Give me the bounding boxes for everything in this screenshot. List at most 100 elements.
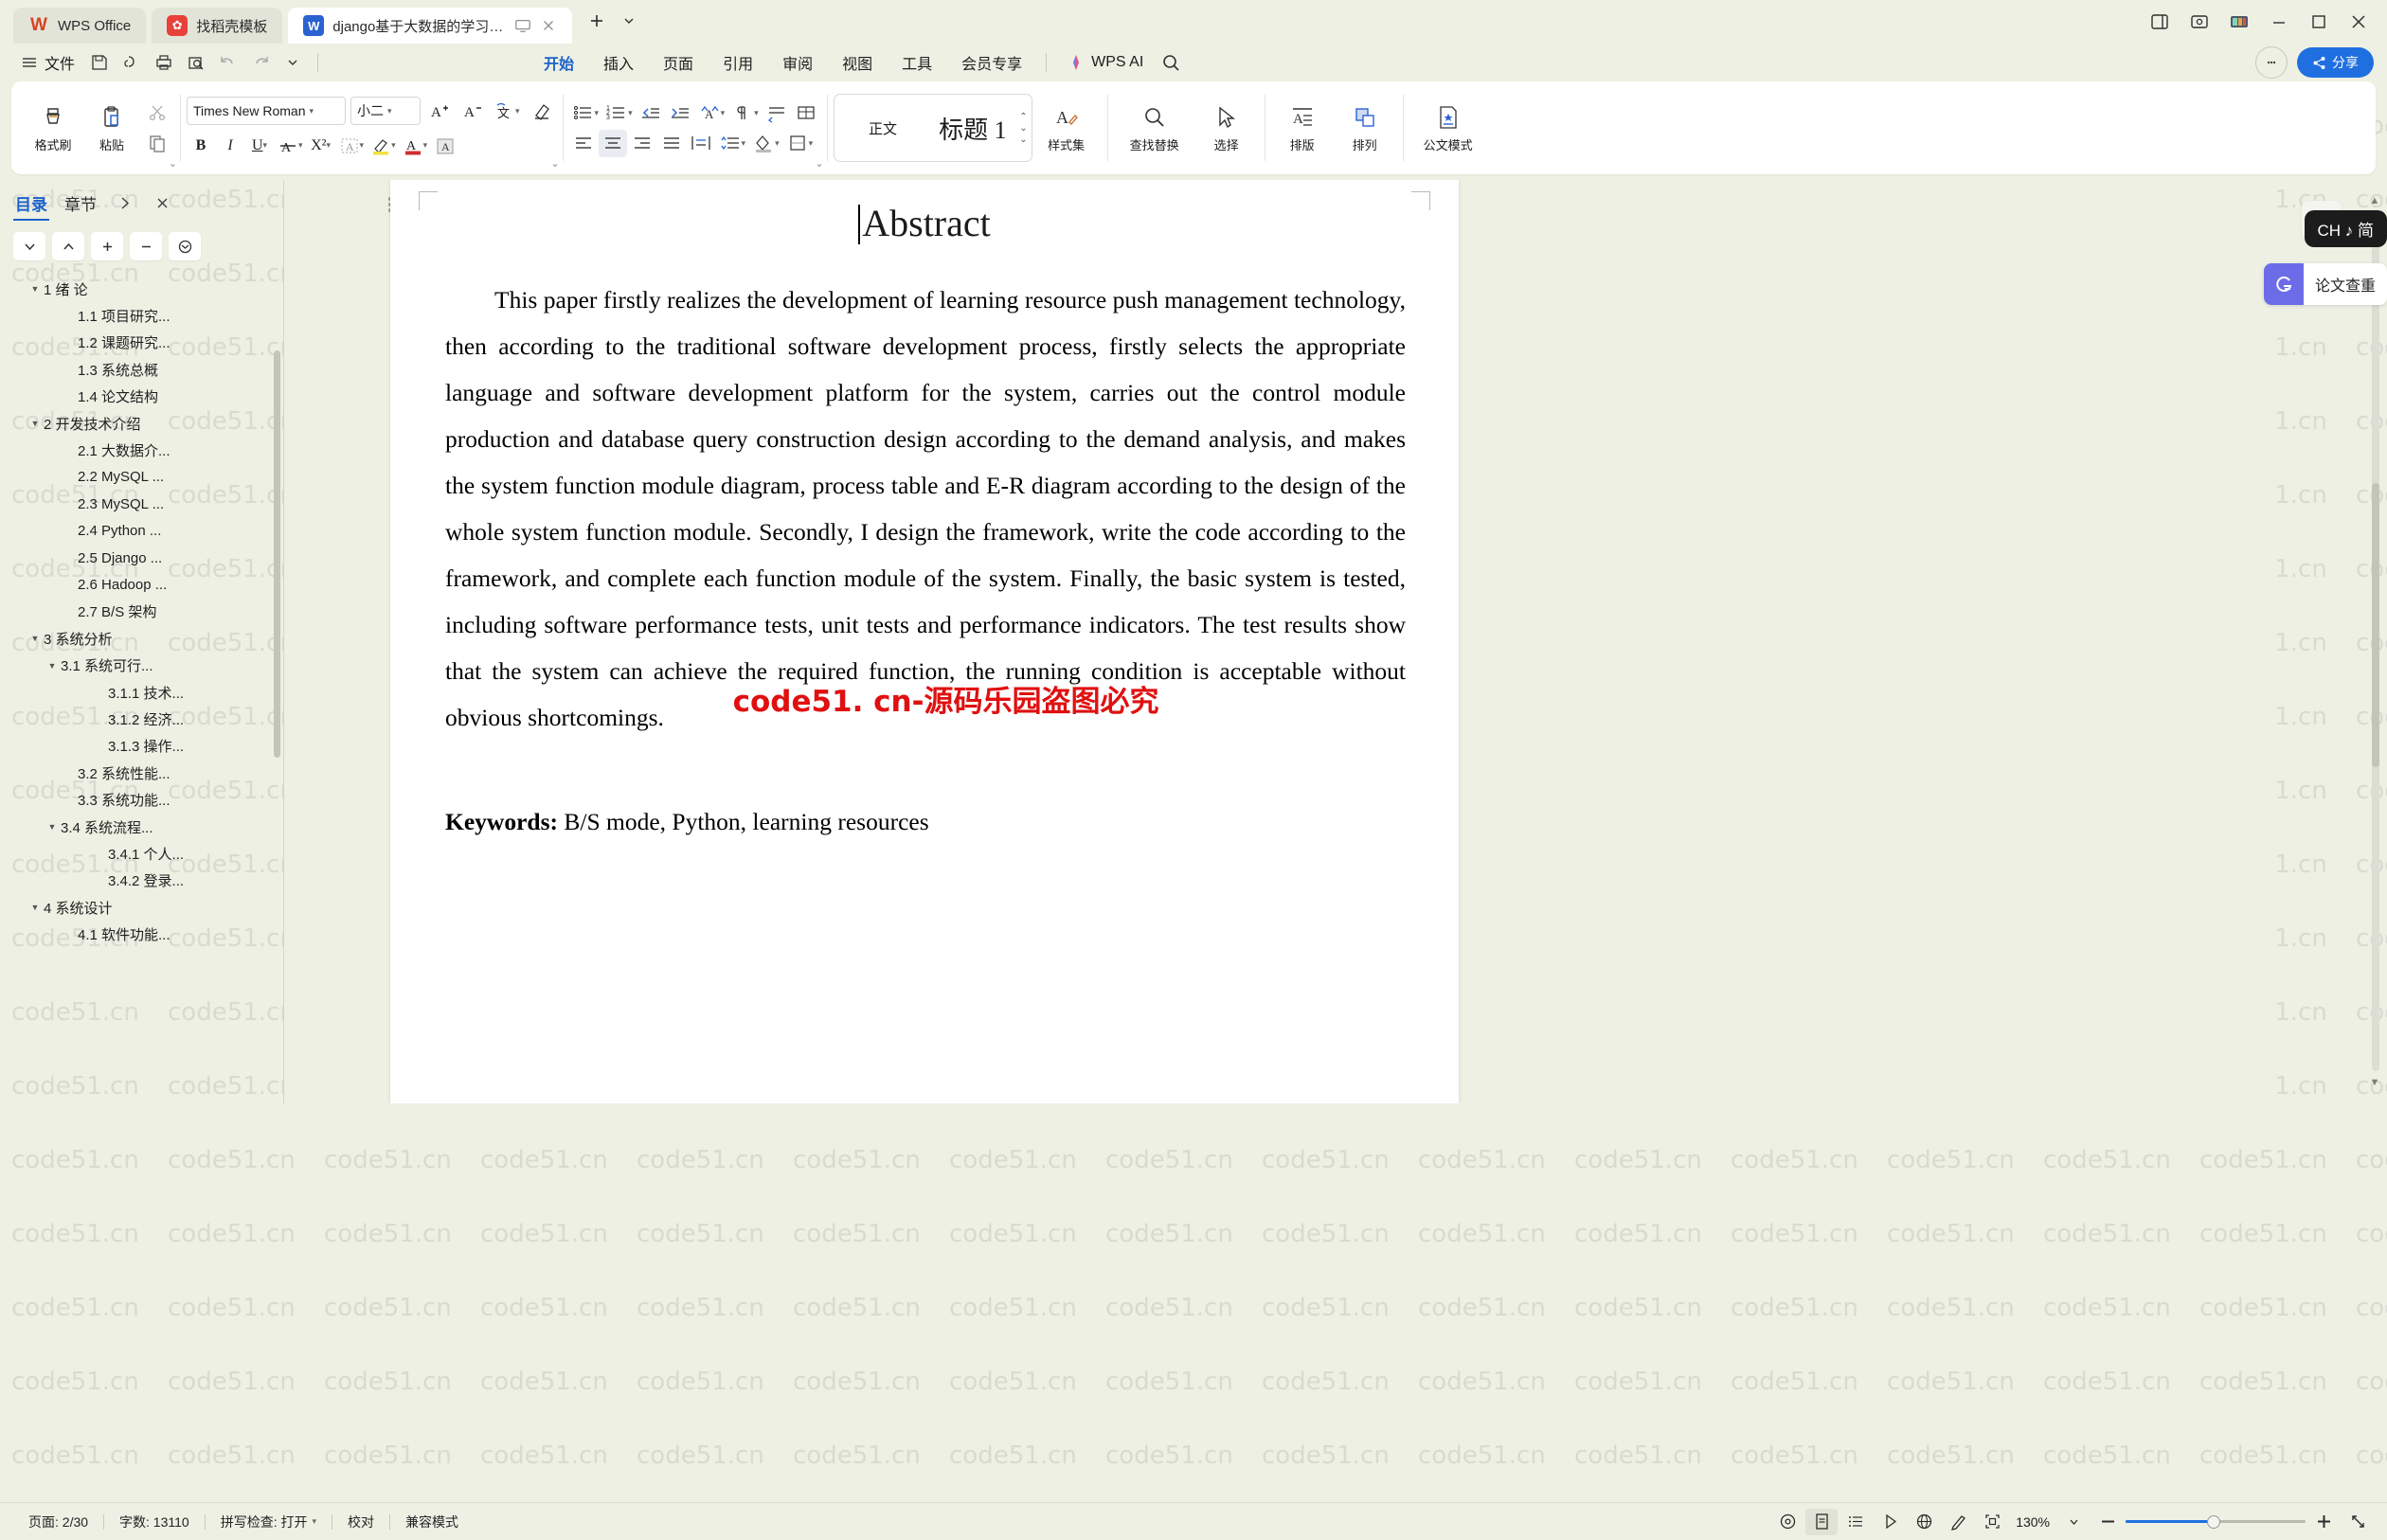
sidebar-tab-contents[interactable]: 目录 bbox=[13, 188, 49, 221]
show-marks-icon[interactable]: ▾ bbox=[728, 99, 762, 127]
fullscreen-icon[interactable] bbox=[1976, 1509, 2008, 1535]
ribbon-tab-start[interactable]: 开始 bbox=[530, 46, 587, 83]
paragraph-dialog-launcher[interactable]: ⌄ bbox=[815, 157, 823, 170]
zoom-out-button[interactable] bbox=[2091, 1509, 2124, 1535]
minus-icon[interactable] bbox=[130, 232, 162, 260]
search-icon[interactable] bbox=[1156, 48, 1186, 77]
outline-node[interactable]: 2.3 MySQL ... bbox=[0, 491, 284, 517]
screenshot-icon[interactable] bbox=[2220, 8, 2258, 36]
file-menu-button[interactable]: 文件 bbox=[13, 51, 82, 74]
typeset-button[interactable]: A 排版 bbox=[1271, 99, 1334, 157]
style-set-button[interactable]: A 样式集 bbox=[1032, 99, 1101, 157]
copy-icon[interactable] bbox=[141, 129, 173, 157]
plus-icon[interactable] bbox=[91, 232, 123, 260]
sidebar-scrollbar-thumb[interactable] bbox=[274, 350, 280, 758]
window-tab-document[interactable]: W django基于大数据的学习资源 bbox=[288, 8, 573, 44]
outline-view-icon[interactable] bbox=[1840, 1509, 1872, 1535]
outline-node[interactable]: ▼ 3.1 系统可行... bbox=[0, 652, 284, 678]
page-view-icon[interactable] bbox=[1805, 1508, 1839, 1535]
print-preview-icon[interactable] bbox=[181, 48, 211, 77]
style-gallery[interactable]: 正文 标题 1 ⌃ ⌄ ⌄ bbox=[833, 94, 1032, 162]
share-button[interactable]: 分享 bbox=[2297, 47, 2374, 78]
align-distributed-icon[interactable] bbox=[687, 130, 715, 157]
outline-node[interactable]: 2.4 Python ... bbox=[0, 518, 284, 545]
outline-node[interactable]: ▼ 2 开发技术介绍 bbox=[0, 410, 284, 437]
expand-arrows-icon[interactable] bbox=[2342, 1509, 2374, 1535]
ribbon-tab-reference[interactable]: 引用 bbox=[709, 46, 766, 79]
document-scrollbar-thumb[interactable] bbox=[2372, 483, 2379, 767]
outline-node[interactable]: 1.1 项目研究... bbox=[0, 302, 284, 329]
style-item-normal[interactable]: 正文 bbox=[838, 98, 928, 158]
numbered-list-icon[interactable]: 123 ▾ bbox=[602, 99, 636, 127]
highlight-color-icon[interactable]: ▾ bbox=[368, 132, 399, 159]
ribbon-tab-member[interactable]: 会员专享 bbox=[948, 46, 1035, 79]
outline-node[interactable]: 3.1.2 经济... bbox=[0, 706, 284, 732]
outline-node[interactable]: ▼ 4 系统设计 bbox=[0, 894, 284, 921]
compat-mode-label[interactable]: 兼容模式 bbox=[390, 1509, 474, 1535]
superscript-button[interactable]: X² ▾ bbox=[307, 132, 335, 159]
outline-node[interactable]: 2.1 大数据介... bbox=[0, 437, 284, 463]
close-icon[interactable] bbox=[540, 17, 557, 34]
tab-list-caret-icon[interactable] bbox=[614, 7, 644, 35]
sort-icon[interactable]: A ▾ bbox=[695, 99, 728, 127]
paragraph-shading-icon[interactable]: ▾ bbox=[749, 130, 782, 157]
redo-icon[interactable] bbox=[245, 48, 276, 77]
zoom-slider[interactable] bbox=[2126, 1509, 2306, 1535]
char-border-icon[interactable]: A ▾ bbox=[336, 132, 368, 159]
cut-icon[interactable] bbox=[141, 98, 173, 127]
maximize-icon[interactable] bbox=[2300, 8, 2338, 36]
zoom-level-label[interactable]: 130% bbox=[2010, 1514, 2055, 1530]
outline-node[interactable]: 3.1.3 操作... bbox=[0, 733, 284, 760]
ribbon-tab-tools[interactable]: 工具 bbox=[888, 46, 945, 79]
outline-node[interactable]: 3.4.2 登录... bbox=[0, 868, 284, 894]
window-tab-docer[interactable]: ✿ 找稻壳模板 bbox=[152, 8, 283, 44]
decrease-indent-icon[interactable] bbox=[637, 99, 665, 127]
minimize-icon[interactable] bbox=[2260, 8, 2298, 36]
side-panel-icon[interactable] bbox=[2141, 8, 2179, 36]
print-icon[interactable] bbox=[149, 48, 179, 77]
outline-node[interactable]: 1.4 论文结构 bbox=[0, 384, 284, 410]
close-icon[interactable] bbox=[150, 191, 174, 216]
ribbon-tab-review[interactable]: 审阅 bbox=[769, 46, 826, 79]
zoom-slider-knob[interactable] bbox=[2206, 1514, 2220, 1529]
scroll-up-icon[interactable]: ▲ bbox=[2368, 195, 2381, 208]
spellcheck-status[interactable]: 拼写检查: 打开 ▾ bbox=[206, 1509, 332, 1535]
outline-node[interactable]: ▼ 3.4 系统流程... bbox=[0, 814, 284, 840]
outline-node[interactable]: 3.4.1 个人... bbox=[0, 840, 284, 867]
ribbon-tab-page[interactable]: 页面 bbox=[650, 46, 707, 79]
format-painter-button[interactable]: 格式刷 bbox=[24, 99, 82, 157]
ink-icon[interactable] bbox=[1942, 1509, 1974, 1535]
line-spacing-icon[interactable]: ▾ bbox=[716, 130, 749, 157]
plagiarism-check-button[interactable]: 论文查重 bbox=[2263, 263, 2387, 305]
style-scroll-up-icon[interactable]: ⌃ bbox=[1019, 112, 1027, 121]
increase-font-icon[interactable]: A bbox=[425, 98, 454, 125]
outline-node[interactable]: ▼ 3 系统分析 bbox=[0, 625, 284, 652]
borders-icon[interactable]: ▾ bbox=[783, 130, 817, 157]
char-shading-icon[interactable]: A bbox=[431, 132, 459, 159]
outline-node[interactable]: 2.6 Hadoop ... bbox=[0, 571, 284, 598]
expand-down-icon[interactable] bbox=[13, 232, 45, 260]
outline-node[interactable]: 3.3 系统功能... bbox=[0, 786, 284, 813]
style-item-heading1[interactable]: 标题 1 bbox=[927, 98, 1017, 158]
select-button[interactable]: 选择 bbox=[1195, 99, 1258, 157]
outline-node[interactable]: 3.2 系统性能... bbox=[0, 760, 284, 786]
outline-node[interactable]: 1.2 课题研究... bbox=[0, 330, 284, 356]
wps-ai-button[interactable]: WPS AI bbox=[1057, 49, 1153, 76]
scroll-down-icon[interactable]: ▼ bbox=[2368, 1077, 2381, 1090]
font-color-icon[interactable]: A ▾ bbox=[400, 132, 431, 159]
insert-field-icon[interactable] bbox=[792, 99, 820, 127]
word-count[interactable]: 字数: 13110 bbox=[104, 1509, 205, 1535]
triangle-down-icon[interactable]: ▼ bbox=[27, 284, 44, 294]
official-doc-mode-button[interactable]: 公文模式 bbox=[1409, 99, 1487, 157]
paste-button[interactable]: 粘贴 bbox=[82, 99, 141, 157]
clipboard-dialog-launcher[interactable]: ⌄ bbox=[169, 157, 177, 170]
refresh-icon[interactable] bbox=[169, 232, 201, 260]
find-replace-button[interactable]: 查找替换 bbox=[1114, 99, 1195, 157]
outline-node[interactable]: 2.5 Django ... bbox=[0, 545, 284, 571]
cast-icon[interactable] bbox=[2181, 8, 2218, 36]
strikethrough-icon[interactable]: A ▾ bbox=[275, 132, 306, 159]
cloud-sync-icon[interactable] bbox=[117, 48, 147, 77]
sidebar-tab-chapters[interactable]: 章节 bbox=[63, 188, 99, 219]
font-dialog-launcher[interactable]: ⌄ bbox=[550, 157, 559, 170]
triangle-down-icon[interactable]: ▼ bbox=[44, 822, 61, 832]
